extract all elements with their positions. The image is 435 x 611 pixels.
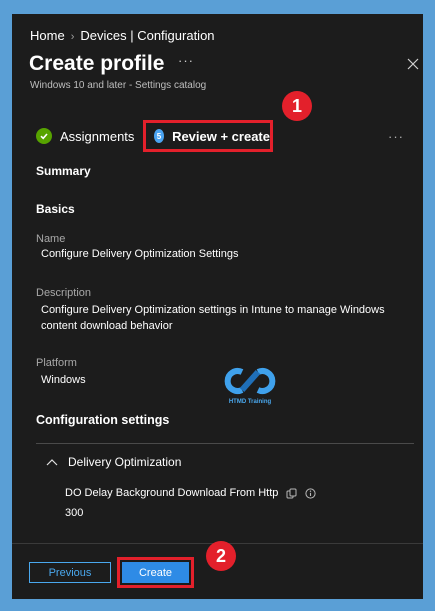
summary-heading: Summary [36,164,91,178]
breadcrumb-devices-configuration-link[interactable]: Devices | Configuration [80,28,214,43]
wizard-tabs: Assignments 5 Review + create ··· [12,117,423,153]
tab-review-create-label: Review + create [172,128,270,144]
page-title: Create profile [29,52,165,75]
basics-heading: Basics [36,202,75,216]
copy-icon[interactable] [286,488,297,499]
callout-badge-1: 1 [282,91,312,121]
platform-label: Platform [36,357,77,369]
setting-row: DO Delay Background Download From Http [65,487,316,499]
divider [36,443,414,444]
description-label: Description [36,287,92,299]
breadcrumb-home-link[interactable]: Home [30,28,65,43]
setting-name: DO Delay Background Download From Http [65,487,279,499]
previous-button[interactable]: Previous [29,562,111,583]
step-number-icon: 5 [154,129,165,143]
tabs-more-icon[interactable]: ··· [388,129,404,144]
setting-value: 300 [65,507,84,519]
create-button[interactable]: Create [122,562,189,583]
delivery-optimization-group[interactable]: Delivery Optimization [46,452,181,472]
platform-value: Windows [41,374,86,386]
tab-review-create[interactable]: 5 Review + create [143,120,273,152]
create-profile-panel: Home › Devices | Configuration Create prof… [12,14,423,599]
htmd-logo: HTMD Training [220,364,280,410]
info-icon[interactable] [305,487,316,499]
group-label: Delivery Optimization [68,455,182,469]
close-icon[interactable] [406,57,420,71]
chevron-up-icon [46,459,58,466]
callout-badge-2: 2 [206,541,236,571]
description-value: Configure Delivery Optimization settings… [41,304,385,332]
tab-assignments[interactable]: Assignments [36,125,134,147]
check-icon [36,128,52,144]
chevron-right-icon: › [70,31,75,43]
name-value: Configure Delivery Optimization Settings [41,248,239,260]
breadcrumb: Home › Devices | Configuration [30,28,215,43]
page-subtitle: Windows 10 and later - Settings catalog [30,80,207,91]
tab-assignments-label: Assignments [60,128,135,144]
title-more-icon[interactable]: ··· [178,53,194,68]
configuration-settings-heading: Configuration settings [36,413,170,427]
name-label: Name [36,233,66,245]
htmd-logo-text: HTMD Training [228,399,272,405]
